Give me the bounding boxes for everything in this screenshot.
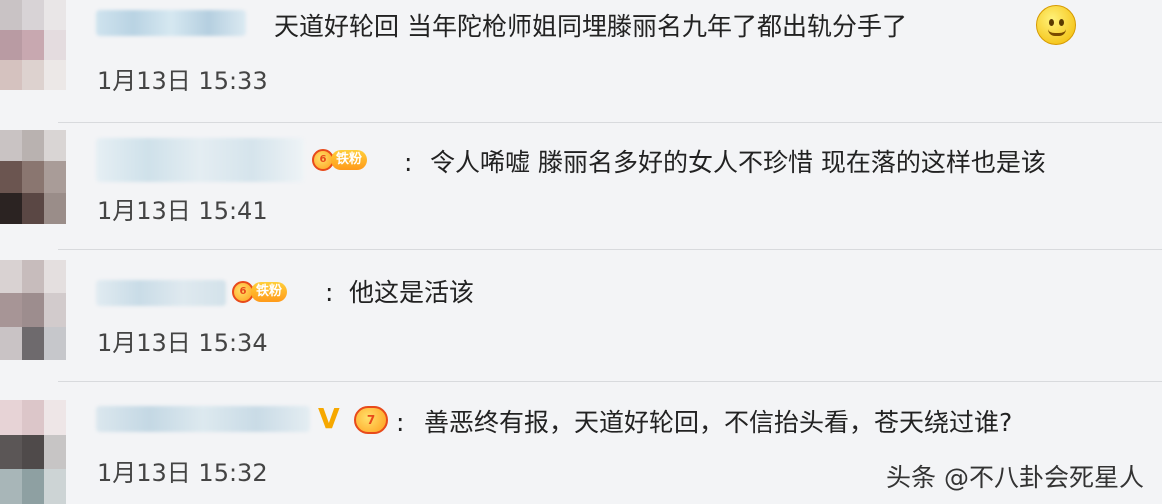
username-blurred[interactable]: [96, 138, 304, 182]
verified-v-icon: V: [318, 402, 340, 435]
username-blurred[interactable]: [96, 406, 310, 432]
fan-level-badge[interactable]: 7: [354, 406, 388, 434]
divider: [58, 122, 1162, 123]
crown-icon: 7: [354, 406, 388, 434]
comment-timestamp: 1月13日 15:41: [97, 197, 268, 225]
comment-colon: :: [325, 278, 334, 307]
avatar[interactable]: [0, 400, 66, 504]
comment-item: 天道好轮回 当年陀枪师姐同埋滕丽名九年了都出轨分手了 1月13日 15:33: [0, 0, 1162, 123]
comment-timestamp: 1月13日 15:34: [97, 329, 268, 357]
smiling-face-emoji: [1036, 5, 1076, 45]
comment-colon: :: [396, 408, 405, 437]
iron-fan-badge[interactable]: 6 铁粉: [232, 278, 288, 306]
watermark: 头条 @不八卦会死星人: [886, 463, 1144, 492]
fan-badge-label: 铁粉: [331, 150, 368, 170]
comment-colon: :: [404, 148, 413, 177]
avatar[interactable]: [0, 260, 66, 360]
avatar[interactable]: [0, 130, 66, 224]
username-blurred[interactable]: [96, 10, 246, 36]
comment-item: 6 铁粉 : 他这是活该 1月13日 15:34: [0, 250, 1162, 382]
fan-badge-label: 铁粉: [251, 282, 288, 302]
iron-fan-badge[interactable]: 6 铁粉: [312, 146, 368, 174]
username-blurred[interactable]: [96, 280, 226, 306]
comment-timestamp: 1月13日 15:32: [97, 459, 268, 487]
comment-text: 天道好轮回 当年陀枪师姐同埋滕丽名九年了都出轨分手了: [274, 12, 907, 41]
comment-text: 令人唏嘘 滕丽名多好的女人不珍惜 现在落的这样也是该: [430, 148, 1046, 177]
avatar[interactable]: [0, 0, 66, 90]
comment-text: 善恶终有报，天道好轮回，不信抬头看，苍天绕过谁?: [424, 408, 1013, 437]
comment-text: 他这是活该: [349, 278, 475, 307]
comment-item: 6 铁粉 : 令人唏嘘 滕丽名多好的女人不珍惜 现在落的这样也是该 1月13日 …: [0, 124, 1162, 250]
comment-timestamp: 1月13日 15:33: [97, 67, 268, 95]
